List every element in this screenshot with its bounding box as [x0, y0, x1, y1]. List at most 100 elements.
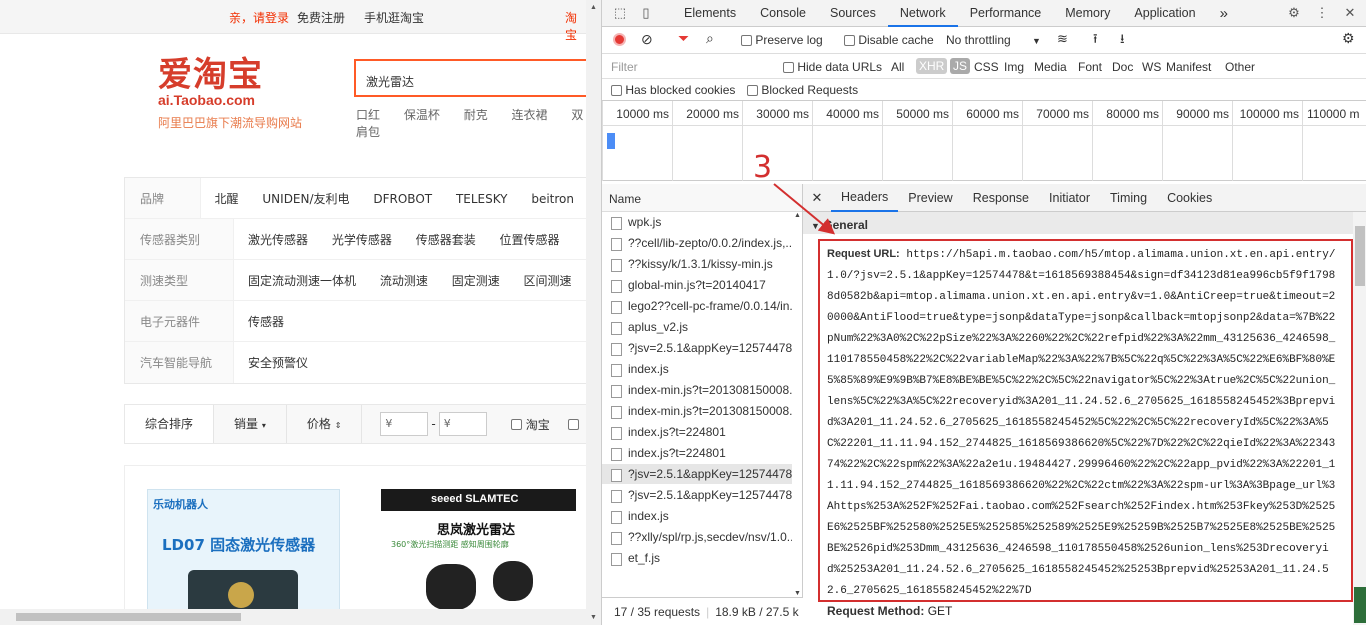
filter-option[interactable]: 北醒 [215, 192, 239, 206]
register-link[interactable]: 免费注册 [297, 9, 345, 26]
filter-option[interactable]: 流动测速 [380, 274, 428, 288]
tab-preview[interactable]: Preview [898, 185, 962, 211]
request-row[interactable]: ?jsv=2.5.1&appKey=12574478... [602, 338, 802, 359]
filter-option[interactable]: 传感器套装 [416, 233, 476, 247]
detail-scrollbar[interactable] [1353, 212, 1366, 625]
request-row[interactable]: aplus_v2.js [602, 317, 802, 338]
search-input[interactable]: 激光雷达 [354, 59, 586, 97]
request-list-scrollbar[interactable]: ▲ ▼ [792, 212, 802, 597]
request-row-selected[interactable]: ?jsv=2.5.1&appKey=12574478... [602, 464, 802, 485]
search-icon[interactable]: ⌕ [706, 30, 714, 47]
scroll-down-icon[interactable]: ▼ [590, 614, 597, 621]
filter-option[interactable]: 固定测速 [452, 274, 500, 288]
tab-response[interactable]: Response [963, 185, 1039, 211]
export-har-icon[interactable]: ⭳ [1120, 30, 1125, 52]
type-css[interactable]: CSS [974, 60, 999, 74]
request-row[interactable]: index.js?t=224801 [602, 443, 802, 464]
tab-sources[interactable]: Sources [818, 0, 888, 27]
mobile-taobao-link[interactable]: 手机逛淘宝 [364, 9, 424, 26]
request-row[interactable]: global-min.js?t=20140417 [602, 275, 802, 296]
sort-sales[interactable]: 销量 ▾ [214, 405, 287, 443]
filter-option[interactable]: 区间测速 [524, 274, 572, 288]
network-settings-icon[interactable]: ⚙ [1342, 30, 1355, 47]
has-blocked-cookies-toggle[interactable]: Has blocked cookies [611, 83, 735, 97]
filter-option[interactable]: TELESKY [456, 192, 508, 206]
filter-option[interactable]: 传感器 [248, 315, 284, 329]
sort-price[interactable]: 价格 ⇕ [287, 405, 363, 443]
type-other[interactable]: Other [1225, 60, 1255, 74]
hotword[interactable]: 保温杯 [404, 108, 440, 122]
more-tabs-button[interactable]: » [1208, 0, 1240, 27]
filter-option[interactable]: DFROBOT [373, 192, 432, 206]
filter-funnel-icon[interactable]: ⏷ [678, 30, 689, 47]
throttling-select[interactable]: No throttling ▼ [946, 33, 1041, 47]
disable-cache-checkbox[interactable] [844, 35, 855, 47]
filter-option[interactable]: UNIDEN/友利电 [262, 192, 349, 206]
filter-option[interactable]: 激光传感器 [248, 233, 308, 247]
blocked-requests-checkbox[interactable] [747, 85, 758, 97]
price-max-input[interactable]: ¥ [438, 412, 487, 436]
settings-gear-icon[interactable]: ⚙ [1286, 5, 1302, 21]
request-row[interactable]: index-min.js?t=201308150008... [602, 380, 802, 401]
scroll-thumb[interactable] [1355, 226, 1365, 286]
tab-memory[interactable]: Memory [1053, 0, 1122, 27]
device-toolbar-icon[interactable]: ▯ [638, 5, 654, 21]
filter-input[interactable]: Filter [611, 60, 771, 74]
hotword[interactable]: 口红 [356, 108, 380, 122]
tab-initiator[interactable]: Initiator [1039, 185, 1100, 211]
has-blocked-cookies-checkbox[interactable] [611, 85, 622, 97]
tab-timing[interactable]: Timing [1100, 185, 1157, 211]
filter-option[interactable]: beitron [531, 192, 574, 206]
type-all[interactable]: All [891, 60, 904, 74]
record-icon[interactable] [613, 33, 626, 46]
request-row[interactable]: index.js [602, 359, 802, 380]
hotword[interactable]: 连衣裙 [512, 108, 548, 122]
tab-application[interactable]: Application [1122, 0, 1207, 27]
blocked-requests-toggle[interactable]: Blocked Requests [747, 83, 858, 97]
request-row[interactable]: ??kissy/k/1.3.1/kissy-min.js [602, 254, 802, 275]
request-row[interactable]: index.js [602, 506, 802, 527]
other-checkbox[interactable] [567, 418, 579, 430]
tab-performance[interactable]: Performance [958, 0, 1054, 27]
tab-network[interactable]: Network [887, 0, 958, 27]
preserve-log-checkbox[interactable] [741, 35, 752, 47]
request-row[interactable]: et_f.js [602, 548, 802, 569]
general-section-header[interactable]: ▼ General [803, 212, 1366, 234]
taobao-checkbox[interactable] [510, 418, 522, 430]
import-har-icon[interactable]: ⭱ [1093, 30, 1098, 52]
filter-option[interactable]: 固定流动测速一体机 [248, 274, 356, 288]
horizontal-scrollbar[interactable] [0, 609, 586, 625]
tab-console[interactable]: Console [748, 0, 818, 27]
more-options-icon[interactable]: ⋮ [1314, 5, 1330, 21]
request-row[interactable]: index-min.js?t=201308150008... [602, 401, 802, 422]
type-doc[interactable]: Doc [1112, 60, 1133, 74]
product-card[interactable]: seeed SLAMTEC 思岚激光雷达 360°激光扫描测距 感知周围轮廓 [381, 489, 576, 625]
hide-data-urls-checkbox[interactable] [783, 62, 794, 74]
request-row[interactable]: ??xlly/spl/rp.js,secdev/nsv/1.0.... [602, 527, 802, 548]
hotword[interactable]: 耐克 [464, 108, 488, 122]
disable-cache-toggle[interactable]: Disable cache [844, 33, 934, 47]
type-xhr[interactable]: XHR [916, 58, 948, 74]
request-row[interactable]: index.js?t=224801 [602, 422, 802, 443]
product-card[interactable]: 乐动机器人 LD07 固态激光传感器 [147, 489, 340, 625]
request-row[interactable]: lego2??cell-pc-frame/0.0.14/in... [602, 296, 802, 317]
type-media[interactable]: Media [1034, 60, 1067, 74]
price-min-input[interactable]: ¥ [380, 412, 429, 436]
taobao-link[interactable]: 淘宝 [565, 9, 586, 43]
filter-option[interactable]: 光学传感器 [332, 233, 392, 247]
clear-icon[interactable]: ⊘ [641, 31, 653, 48]
scroll-thumb[interactable] [16, 613, 241, 621]
sort-comprehensive[interactable]: 综合排序 [125, 405, 215, 443]
request-row[interactable]: ?jsv=2.5.1&appKey=12574478... [602, 485, 802, 506]
site-logo[interactable]: 爱淘宝 ai.Taobao.com 阿里巴巴旗下潮流导购网站 [158, 56, 302, 131]
network-conditions-icon[interactable]: ≋ [1057, 31, 1068, 47]
type-font[interactable]: Font [1078, 60, 1102, 74]
tab-elements[interactable]: Elements [672, 0, 748, 27]
type-img[interactable]: Img [1004, 60, 1024, 74]
type-js[interactable]: JS [950, 58, 971, 74]
type-manifest[interactable]: Manifest [1166, 60, 1211, 74]
network-overview-timeline[interactable]: 10000 ms 20000 ms 30000 ms 40000 ms 5000… [602, 101, 1366, 181]
filter-option[interactable]: 位置传感器 [500, 233, 560, 247]
tab-cookies[interactable]: Cookies [1157, 185, 1222, 211]
page-vertical-scrollbar[interactable]: ▲ ▼ [586, 0, 601, 625]
